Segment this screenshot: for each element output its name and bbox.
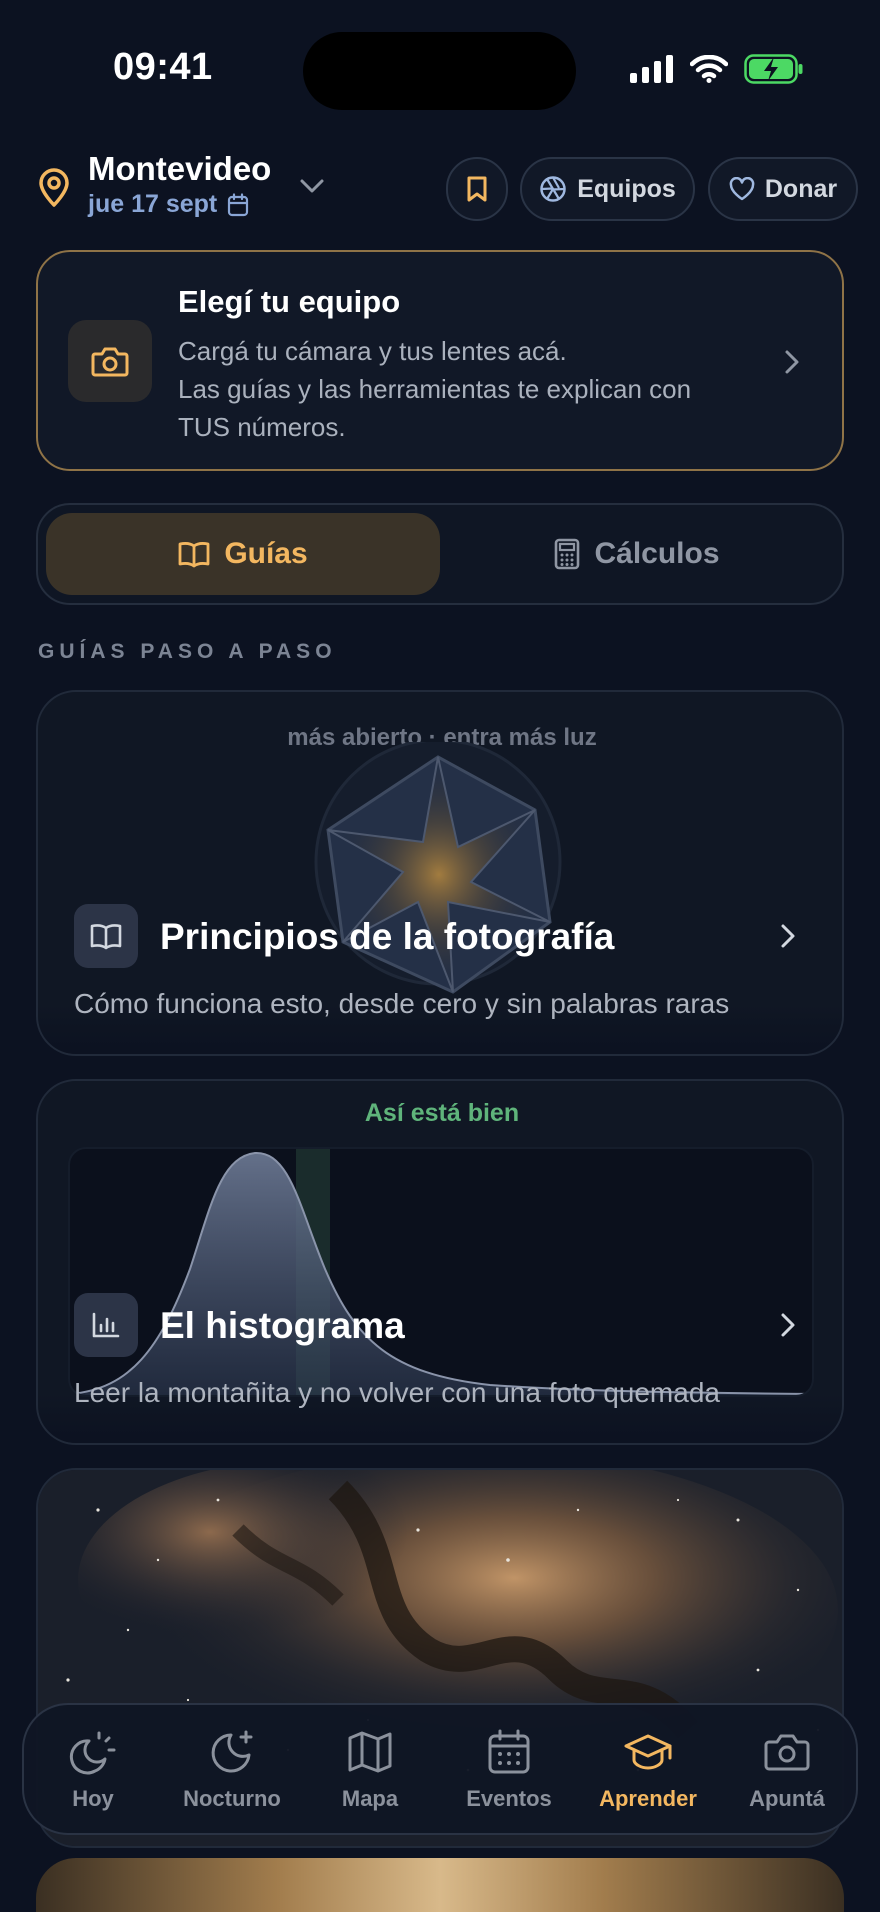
tab-hoy[interactable]: Hoy	[33, 1728, 153, 1812]
chevron-right-icon	[785, 350, 799, 374]
status-time: 09:41	[113, 46, 213, 88]
camera-tile	[68, 320, 152, 402]
tab-eventos[interactable]: Eventos	[449, 1728, 569, 1812]
tab-label: Mapa	[341, 1786, 399, 1811]
location-city[interactable]: Montevideo	[88, 150, 271, 188]
calendar-small-icon	[228, 192, 249, 216]
tab-calculos-label: Cálculos	[594, 537, 720, 570]
chart-tile	[74, 1293, 138, 1357]
aperture-icon	[540, 176, 566, 202]
choose-gear-line: Cargá tu cámara y tus lentes acá.	[178, 336, 567, 366]
donar-button[interactable]: Donar	[708, 157, 858, 221]
tab-label: Aprender	[599, 1786, 697, 1811]
tab-aprender[interactable]: Aprender	[588, 1728, 708, 1812]
bar-chart-icon	[92, 1312, 120, 1338]
battery-charging-icon	[744, 54, 803, 84]
equipos-label: Equipos	[577, 174, 676, 203]
map-icon	[348, 1731, 392, 1773]
guide-title: Principios de la fotografía	[160, 916, 615, 957]
choose-gear-description: Cargá tu cámara y tus lentes acá. Las gu…	[178, 332, 778, 446]
tab-nocturno[interactable]: Nocturno	[172, 1728, 292, 1812]
tab-label: Hoy	[72, 1786, 114, 1811]
book-tile	[74, 904, 138, 968]
choose-gear-line: TUS números.	[178, 412, 346, 442]
tab-guias-label: Guías	[224, 537, 308, 570]
calendar-icon	[488, 1729, 530, 1774]
bookmark-icon	[467, 176, 487, 202]
calculator-icon	[555, 538, 580, 570]
tab-apunta[interactable]: Apuntá	[727, 1728, 847, 1812]
date-label: jue 17 sept	[88, 190, 218, 218]
tab-label: Apuntá	[749, 1786, 825, 1811]
tab-label: Eventos	[466, 1786, 552, 1811]
guide-description: Cómo funciona esto, desde cero y sin pal…	[74, 988, 730, 1019]
location-date[interactable]: jue 17 sept	[88, 190, 249, 219]
tab-mapa[interactable]: Mapa	[310, 1728, 430, 1812]
chevron-down-icon[interactable]	[298, 176, 326, 196]
histogram-panel	[68, 1147, 814, 1397]
histogram-curve	[70, 1151, 812, 1395]
heart-icon	[729, 177, 755, 201]
dynamic-island	[303, 32, 576, 110]
next-guide-card-peek[interactable]	[36, 1858, 844, 1912]
choose-gear-title: Elegí tu equipo	[178, 284, 401, 319]
guide-title: El histograma	[160, 1305, 405, 1346]
camera-icon	[91, 347, 129, 377]
sun-moon-icon	[69, 1731, 116, 1775]
chevron-right-icon	[781, 1313, 795, 1337]
status-icons	[630, 54, 804, 84]
bookmark-button[interactable]	[446, 157, 508, 221]
signal-icon	[630, 55, 673, 83]
camera-icon	[764, 1734, 810, 1771]
tab-guias[interactable]: Guías	[46, 513, 440, 595]
book-open-icon	[178, 542, 210, 568]
equipos-button[interactable]: Equipos	[520, 157, 695, 221]
wifi-icon	[690, 55, 728, 83]
location-pin-icon[interactable]	[36, 168, 72, 208]
graduation-cap-icon	[624, 1734, 672, 1770]
chevron-right-icon	[781, 924, 795, 948]
moon-star-icon	[211, 1730, 253, 1773]
guide-card-principios[interactable]: más abierto · entra más luz Principios d…	[36, 690, 844, 1056]
tab-label: Nocturno	[183, 1786, 281, 1811]
book-open-icon	[90, 924, 122, 950]
donar-label: Donar	[764, 174, 838, 203]
tab-calculos[interactable]: Cálculos	[440, 513, 834, 595]
section-heading: GUÍAS PASO A PASO	[38, 640, 337, 663]
choose-gear-line: Las guías y las herramientas te explican…	[178, 374, 692, 404]
histogram-caption: Así está bien	[364, 1099, 520, 1127]
guide-card-histograma[interactable]: Así está bien El histograma Leer la mont…	[36, 1079, 844, 1445]
guide-description: Leer la montañita y no volver con una fo…	[74, 1377, 720, 1408]
